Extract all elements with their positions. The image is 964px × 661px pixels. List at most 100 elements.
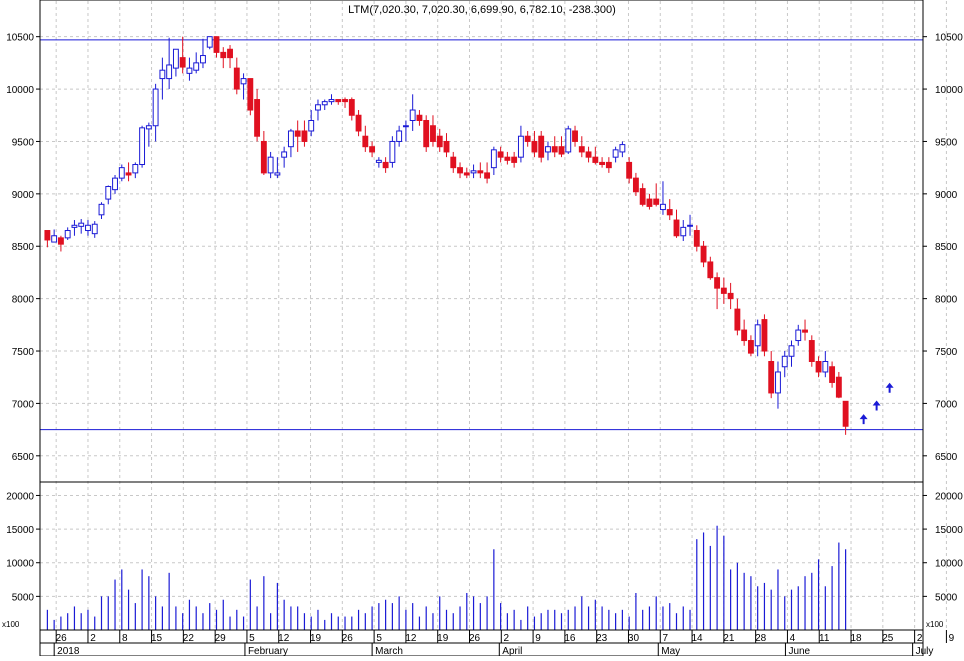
candle-body bbox=[436, 135, 443, 148]
volume-tick-label-right: 5000 bbox=[935, 592, 958, 603]
date-tick-label: 16 bbox=[564, 633, 576, 644]
candle-body bbox=[396, 130, 403, 142]
date-tick-label: 11 bbox=[819, 633, 830, 644]
candle-body bbox=[592, 156, 599, 163]
volume-tick-label-left: 5000 bbox=[12, 592, 35, 603]
candle-body bbox=[714, 277, 721, 289]
candle-body bbox=[490, 149, 497, 169]
candle-body bbox=[545, 146, 551, 153]
candle-body bbox=[781, 355, 788, 368]
candle-body bbox=[139, 127, 146, 166]
candle-body bbox=[44, 230, 51, 241]
candle-body bbox=[605, 161, 612, 169]
month-label: July bbox=[916, 646, 934, 656]
candle-body bbox=[355, 114, 362, 132]
date-tick-label: 5 bbox=[376, 633, 382, 644]
candle-body bbox=[233, 67, 240, 90]
date-tick-label: 28 bbox=[755, 633, 767, 644]
chart-root: LTM(7,020.30, 7,020.30, 6,699.90, 6,782.… bbox=[0, 0, 964, 657]
month-label: March bbox=[375, 646, 403, 656]
price-tick-label-left: 7000 bbox=[12, 399, 35, 410]
chart-title: LTM(7,020.30, 7,020.30, 6,699.90, 6,782.… bbox=[348, 4, 616, 16]
candle-body bbox=[98, 203, 105, 216]
candle-body bbox=[51, 235, 58, 243]
candle-body bbox=[599, 161, 606, 166]
candle-body bbox=[321, 101, 328, 106]
candle-body bbox=[281, 151, 288, 158]
candle-body bbox=[808, 340, 815, 363]
candle-body bbox=[835, 376, 842, 398]
candle-body bbox=[105, 186, 112, 200]
candle-body bbox=[747, 340, 754, 354]
candle-body bbox=[727, 292, 734, 300]
candle-body bbox=[206, 36, 213, 48]
price-tick-label-right: 6500 bbox=[935, 452, 958, 463]
price-tick-label-left: 6500 bbox=[12, 452, 35, 463]
candle-body bbox=[538, 135, 545, 158]
candle-body bbox=[612, 149, 619, 158]
date-tick-label: 2 bbox=[504, 633, 510, 644]
date-tick-label: 29 bbox=[215, 633, 227, 644]
candle-body bbox=[443, 140, 450, 153]
candle-body bbox=[788, 345, 795, 357]
candle-body bbox=[423, 120, 430, 148]
date-tick-label: 12 bbox=[405, 633, 417, 644]
date-tick-label: 12 bbox=[278, 633, 290, 644]
candle-body bbox=[71, 224, 78, 228]
candle-body bbox=[524, 135, 531, 142]
candle-body bbox=[477, 170, 484, 174]
date-tick-label: 19 bbox=[310, 633, 322, 644]
candle-body bbox=[91, 223, 98, 235]
candle-body bbox=[558, 146, 565, 155]
price-tick-label-right: 8000 bbox=[935, 295, 958, 306]
price-tick-label-right: 7500 bbox=[935, 347, 958, 358]
candle-body bbox=[463, 172, 470, 176]
candle-body bbox=[761, 319, 768, 352]
price-tick-label-right: 8500 bbox=[935, 242, 958, 253]
candle-body bbox=[369, 146, 376, 153]
candle-body bbox=[578, 146, 585, 153]
candle-body bbox=[775, 371, 781, 394]
date-tick-label: 9 bbox=[535, 633, 541, 644]
candle-body bbox=[484, 172, 491, 179]
price-tick-label-left: 8500 bbox=[12, 242, 35, 253]
candle-body bbox=[166, 64, 173, 80]
candle-body bbox=[159, 69, 166, 80]
candle-body bbox=[666, 209, 673, 216]
candle-body bbox=[693, 230, 700, 247]
candle-body bbox=[551, 146, 558, 153]
candle-body bbox=[646, 198, 653, 207]
date-tick-label: 7 bbox=[662, 633, 668, 644]
candle-body bbox=[348, 99, 355, 116]
date-tick-label: 8 bbox=[122, 633, 128, 644]
candle-body bbox=[531, 140, 538, 153]
candle-body bbox=[517, 135, 524, 158]
date-tick-label: 9 bbox=[949, 633, 955, 644]
candle-body bbox=[193, 62, 200, 71]
candle-body bbox=[430, 125, 436, 142]
candle-body bbox=[375, 159, 382, 163]
date-tick-label: 18 bbox=[850, 633, 862, 644]
candle-body bbox=[112, 177, 118, 191]
date-tick-label: 2 bbox=[90, 633, 96, 644]
date-tick-label: 5 bbox=[249, 633, 255, 644]
candle-body bbox=[227, 48, 233, 59]
candle-body bbox=[402, 125, 409, 128]
candle-body bbox=[382, 161, 389, 169]
candle-body bbox=[132, 164, 139, 174]
candle-body bbox=[409, 109, 416, 121]
candle-body bbox=[118, 167, 125, 179]
date-tick-label: 22 bbox=[183, 633, 195, 644]
candle-body bbox=[842, 400, 849, 427]
date-tick-label: 30 bbox=[628, 633, 640, 644]
candle-body bbox=[626, 161, 633, 179]
candle-body bbox=[308, 120, 315, 132]
price-tick-label-right: 7000 bbox=[935, 399, 958, 410]
date-tick-label: 19 bbox=[437, 633, 449, 644]
price-tick-label-left: 10500 bbox=[6, 33, 34, 44]
candle-body bbox=[687, 224, 693, 227]
candle-body bbox=[254, 99, 261, 137]
candle-body bbox=[186, 67, 193, 74]
candle-body bbox=[802, 329, 808, 333]
date-tick-label: 23 bbox=[596, 633, 608, 644]
